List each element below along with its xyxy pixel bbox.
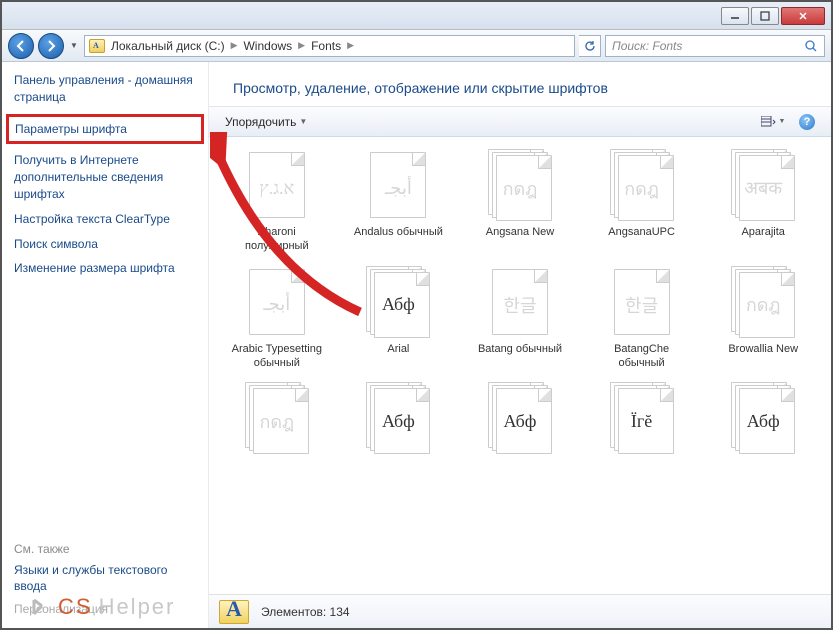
explorer-window: ▼ Локальный диск (C:) ▶ Windows ▶ Fonts …: [2, 2, 831, 628]
body: Панель управления - домашняя страница Па…: [2, 62, 831, 628]
font-label: Aharoni полужирный: [227, 225, 327, 254]
folder-icon: [89, 39, 105, 53]
back-button[interactable]: [8, 33, 34, 59]
address-bar[interactable]: Локальный диск (C:) ▶ Windows ▶ Fonts ▶: [84, 35, 575, 57]
crumb-item[interactable]: Локальный диск (C:): [111, 39, 225, 53]
crumb-item[interactable]: Windows: [243, 39, 292, 53]
nav-toolbar: ▼ Локальный диск (C:) ▶ Windows ▶ Fonts …: [2, 30, 831, 62]
font-item[interactable]: กดฎBrowallia New: [703, 264, 823, 373]
sidebar-cleartype-link[interactable]: Настройка текста ClearType: [14, 211, 196, 228]
font-item[interactable]: กดฎAngsanaUPC: [582, 147, 702, 256]
sidebar-home-link[interactable]: Панель управления - домашняя страница: [14, 72, 196, 106]
font-label: AngsanaUPC: [608, 225, 675, 239]
view-options-button[interactable]: ▼: [759, 111, 787, 133]
sidebar: Панель управления - домашняя страница Па…: [2, 62, 208, 628]
font-item[interactable]: กดฎ: [217, 380, 337, 460]
sidebar-font-settings-link[interactable]: Параметры шрифта: [6, 114, 204, 145]
font-label: Arial: [387, 342, 409, 356]
search-icon: [804, 39, 818, 53]
maximize-button[interactable]: [751, 7, 779, 25]
title-bar[interactable]: [2, 2, 831, 30]
nav-history-dropdown[interactable]: ▼: [68, 36, 80, 56]
font-item[interactable]: أبجـArabic Typesetting обычный: [217, 264, 337, 373]
page-title: Просмотр, удаление, отображение или скры…: [233, 80, 807, 96]
breadcrumb[interactable]: Локальный диск (C:) ▶ Windows ▶ Fonts ▶: [111, 39, 354, 53]
forward-button[interactable]: [38, 33, 64, 59]
command-bar: Упорядочить ▼ ▼ ?: [209, 107, 831, 137]
see-also-label: См. также: [14, 542, 196, 556]
font-label: Andalus обычный: [354, 225, 443, 239]
font-label: Browallia New: [728, 342, 798, 356]
font-item[interactable]: Їгĕ: [582, 380, 702, 460]
font-item[interactable]: Абф: [703, 380, 823, 460]
chevron-right-icon: ▶: [347, 40, 354, 51]
search-input[interactable]: Поиск: Fonts: [605, 35, 825, 57]
sidebar-get-online-link[interactable]: Получить в Интернете дополнительные свед…: [14, 152, 196, 202]
status-bar: Элементов: 134: [209, 594, 831, 628]
crumb-item[interactable]: Fonts: [311, 39, 341, 53]
font-label: Angsana New: [486, 225, 555, 239]
refresh-button[interactable]: [579, 35, 601, 57]
sidebar-lang-services-link[interactable]: Языки и службы текстового ввода: [14, 562, 196, 596]
font-label: Arabic Typesetting обычный: [227, 342, 327, 371]
font-item[interactable]: กดฎAngsana New: [460, 147, 580, 256]
content-header: Просмотр, удаление, отображение или скры…: [209, 62, 831, 107]
chevron-down-icon: ▼: [299, 117, 307, 126]
minimize-button[interactable]: [721, 7, 749, 25]
chevron-right-icon: ▶: [231, 40, 238, 51]
main-content: Просмотр, удаление, отображение или скры…: [208, 62, 831, 628]
font-item[interactable]: 한글BatangChe обычный: [582, 264, 702, 373]
sidebar-charmap-link[interactable]: Поиск символа: [14, 236, 196, 253]
chevron-right-icon: ▶: [298, 40, 305, 51]
font-item[interactable]: أبجـAndalus обычный: [339, 147, 459, 256]
chevron-down-icon: ▼: [779, 118, 786, 125]
help-button[interactable]: ?: [793, 111, 821, 133]
close-button[interactable]: [781, 7, 825, 25]
sidebar-textsize-link[interactable]: Изменение размера шрифта: [14, 260, 196, 277]
font-label: Aparajita: [741, 225, 784, 239]
item-count-label: Элементов: 134: [261, 605, 350, 619]
search-placeholder: Поиск: Fonts: [612, 39, 682, 53]
font-item[interactable]: Абф: [460, 380, 580, 460]
font-item[interactable]: АбфArial: [339, 264, 459, 373]
fonts-grid[interactable]: א.ג.ץAharoni полужирныйأبجـAndalus обычн…: [209, 137, 831, 594]
font-item[interactable]: अबकAparajita: [703, 147, 823, 256]
font-label: Batang обычный: [478, 342, 562, 356]
organize-button[interactable]: Упорядочить ▼: [219, 112, 313, 132]
font-item[interactable]: Абф: [339, 380, 459, 460]
fonts-folder-icon: [219, 600, 249, 624]
font-label: BatangChe обычный: [592, 342, 692, 371]
sidebar-personalization-link[interactable]: Персонализация: [14, 601, 196, 618]
font-item[interactable]: 한글Batang обычный: [460, 264, 580, 373]
help-icon: ?: [799, 114, 815, 130]
font-item[interactable]: א.ג.ץAharoni полужирный: [217, 147, 337, 256]
